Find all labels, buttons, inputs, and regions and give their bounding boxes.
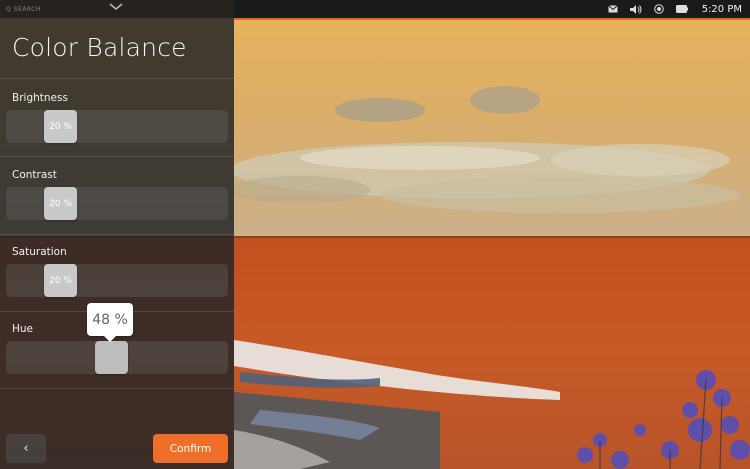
hue-slider[interactable] — [6, 341, 228, 374]
brightness-slider[interactable]: 20 % — [6, 110, 228, 143]
status-bar: 5:20 PM — [234, 0, 750, 20]
saturation-slider[interactable]: 20 % — [6, 264, 228, 297]
chevron-down-icon[interactable] — [109, 3, 123, 13]
hue-value-tooltip: 48 % — [87, 303, 133, 342]
panel-title: Color Balance — [12, 33, 187, 62]
status-accent-line — [234, 18, 750, 20]
contrast-label: Contrast — [12, 169, 57, 181]
contrast-slider[interactable]: 20 % — [6, 187, 228, 220]
panel-top-strip: Q SEARCH — [0, 0, 234, 18]
clock-time[interactable]: 5:20 PM — [702, 4, 742, 15]
confirm-button[interactable]: Confirm — [153, 434, 228, 463]
divider — [0, 388, 234, 389]
hue-label: Hue — [12, 323, 34, 335]
back-button[interactable]: ‹ — [6, 434, 46, 463]
saturation-slider-thumb[interactable]: 20 % — [44, 264, 77, 297]
divider — [0, 234, 234, 235]
wifi-icon[interactable] — [653, 4, 664, 14]
hue-slider-thumb[interactable] — [95, 341, 128, 374]
contrast-slider-thumb[interactable]: 20 % — [44, 187, 77, 220]
battery-icon[interactable] — [675, 5, 688, 13]
divider — [0, 78, 234, 79]
saturation-label: Saturation — [12, 246, 67, 258]
brightness-slider-thumb[interactable]: 20 % — [44, 110, 77, 143]
mail-icon[interactable] — [607, 5, 618, 13]
color-balance-panel: Q SEARCH Color Balance Brightness 20 % C… — [0, 0, 234, 469]
divider — [0, 156, 234, 157]
volume-icon[interactable] — [629, 4, 642, 14]
search-hint: Q SEARCH — [6, 5, 41, 13]
brightness-label: Brightness — [12, 92, 68, 104]
